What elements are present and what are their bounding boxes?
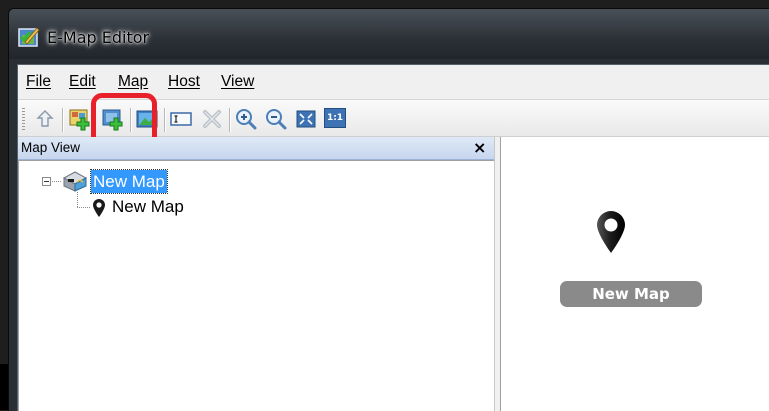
map-tree: New Map New Map (18, 160, 496, 411)
toolbar-separator (164, 108, 166, 132)
window-title: E-Map Editor (47, 28, 150, 47)
tree-connector (77, 192, 78, 207)
map-canvas[interactable]: New Map (500, 137, 769, 411)
panel-close-button[interactable]: × (473, 138, 486, 157)
fit-to-window-icon[interactable] (294, 107, 318, 131)
panel-title: Map View (21, 140, 81, 155)
emap-editor-window: E-Map Editor File Edit Map Host View 1:1… (8, 8, 769, 411)
toolbar-grip[interactable] (22, 108, 25, 130)
collapse-toggle[interactable] (42, 177, 51, 186)
location-pin-icon[interactable] (595, 210, 627, 254)
delete-icon[interactable] (200, 107, 224, 131)
map-folder-icon[interactable] (62, 170, 88, 192)
tree-node-root[interactable]: New Map (90, 169, 168, 194)
map-view-panel: Map View × New Map New Map (18, 137, 498, 411)
tree-connector (77, 207, 90, 208)
rename-icon[interactable] (169, 107, 193, 131)
up-level-icon[interactable] (33, 107, 57, 131)
menu-map[interactable]: Map (118, 73, 148, 91)
zoom-out-icon[interactable] (264, 107, 288, 131)
marker-label[interactable]: New Map (560, 281, 702, 307)
window-edge (0, 364, 8, 410)
emap-editor-icon (18, 27, 40, 47)
actual-size-icon[interactable]: 1:1 (324, 108, 346, 128)
zoom-in-icon[interactable] (234, 107, 258, 131)
add-map-icon[interactable] (67, 107, 91, 131)
location-pin-icon (93, 199, 105, 217)
toolbar-separator (62, 108, 64, 132)
tree-connector (52, 181, 61, 182)
menu-view[interactable]: View (221, 73, 254, 91)
panel-header: Map View × (18, 137, 494, 160)
menu-host[interactable]: Host (168, 73, 200, 91)
menu-file[interactable]: File (26, 73, 51, 91)
client-area: File Edit Map Host View 1:1 Map View × N… (17, 64, 769, 411)
toolbar-separator (229, 108, 231, 132)
title-bar[interactable]: E-Map Editor (9, 9, 769, 59)
tree-node-child[interactable]: New Map (112, 195, 184, 218)
menu-edit[interactable]: Edit (69, 73, 96, 91)
